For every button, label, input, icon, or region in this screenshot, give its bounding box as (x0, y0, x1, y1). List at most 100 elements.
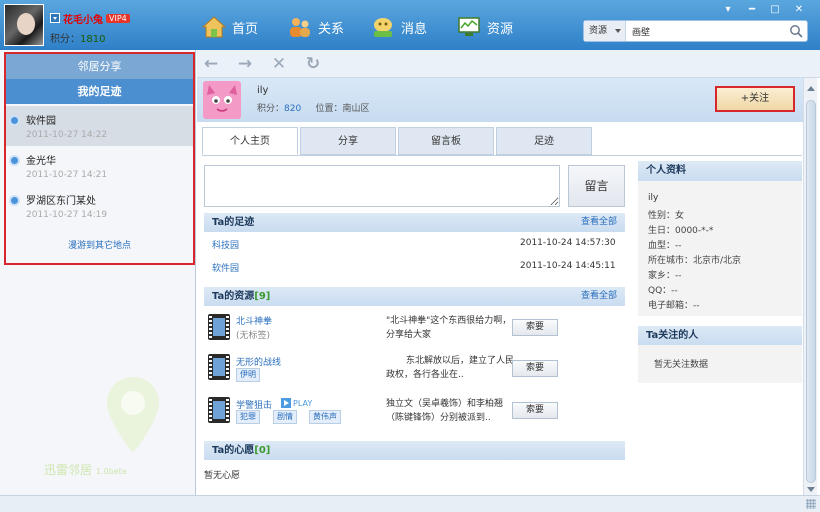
app-logo: 迅雷邻居 1.0beta (44, 461, 127, 478)
play-badge[interactable]: PLAY (281, 398, 312, 408)
search-icon[interactable] (789, 24, 803, 38)
tab-footprints[interactable]: 足迹 (496, 127, 592, 155)
profile-location-label: 位置： (315, 104, 343, 114)
window-minimize-button[interactable]: ━ (743, 3, 761, 16)
status-bar (0, 495, 820, 512)
message-input[interactable] (204, 165, 560, 207)
request-resource-button[interactable]: 索要 (512, 360, 558, 377)
message-icon (374, 18, 392, 37)
window-maximize-button[interactable]: □ (766, 3, 784, 16)
user-score: 积分：1810 (50, 30, 105, 45)
refresh-icon[interactable]: ↻ (303, 54, 323, 74)
back-arrow-icon[interactable]: ← (201, 54, 221, 74)
nav-home[interactable]: 首页 (202, 14, 258, 40)
footprint-place-link[interactable]: 软件园 (212, 261, 239, 274)
user-menu-dropdown-icon[interactable] (50, 13, 60, 23)
scroll-thumb[interactable] (806, 100, 816, 483)
play-icon (281, 398, 291, 408)
film-icon (208, 397, 230, 423)
section-title: Ta的资源 (212, 291, 255, 302)
scrollbar[interactable] (803, 78, 817, 495)
resize-grip-icon[interactable] (806, 499, 816, 509)
info-qq: QQ：-- (648, 286, 678, 296)
section-count: [9] (254, 291, 271, 302)
nav-messages-label: 消息 (401, 21, 428, 37)
info-gender: 性别：女 (648, 211, 685, 221)
profile-meta: 积分：820 位置：南山区 (257, 101, 370, 114)
profile-location: 南山区 (342, 104, 370, 114)
nav-relations[interactable]: 关系 (288, 14, 344, 40)
section-count: [0] (254, 445, 271, 456)
nav-resources[interactable]: 资源 (457, 14, 513, 40)
footprint-time: 2011-10-24 14:45:11 (520, 261, 616, 271)
film-icon (208, 354, 230, 380)
browser-toolbar: ← → ✕ ↻ (197, 50, 820, 78)
follow-button[interactable]: +关注 (715, 86, 795, 112)
section-title: Ta的足迹 (212, 217, 255, 228)
user-score-value: 1810 (80, 34, 106, 45)
people-icon (290, 18, 310, 37)
app-logo-name: 迅雷邻居 (44, 463, 93, 477)
resource-tag[interactable]: 犯罪 (236, 410, 260, 424)
user-name-row: 花毛小兔 VIP4 (50, 11, 130, 26)
tab-share[interactable]: 分享 (300, 127, 396, 155)
profile-score: 820 (284, 104, 302, 114)
request-resource-button[interactable]: 索要 (512, 319, 558, 336)
nav-messages[interactable]: 消息 (371, 14, 427, 40)
scroll-up-icon[interactable] (807, 86, 815, 91)
resource-description: "北斗神拳"这个东西很给力啊，分享给大家 (386, 316, 512, 340)
user-score-label: 积分： (50, 34, 80, 45)
wish-section-header: Ta的心愿[0] (204, 441, 625, 460)
chevron-down-icon (615, 29, 621, 33)
user-avatar[interactable] (4, 4, 44, 46)
resource-tag[interactable]: 剧情 (273, 410, 297, 424)
monitor-icon (458, 17, 480, 36)
resource-tag[interactable]: 伊明 (236, 368, 260, 382)
scroll-down-icon[interactable] (807, 487, 815, 492)
following-header: Ta关注的人 (638, 326, 802, 346)
film-icon (208, 314, 230, 340)
resource-tag[interactable]: 黄伟声 (309, 410, 341, 424)
leave-message-button[interactable]: 留言 (568, 165, 625, 207)
vip-badge: VIP4 (106, 13, 130, 23)
resource-description: 东北解放以后，建立了人民政权，各行各业在.. (386, 356, 515, 380)
tab-message-board[interactable]: 留言板 (398, 127, 494, 155)
search-type-select[interactable]: 资源 (584, 21, 626, 41)
window-menu-button[interactable]: ▾ (719, 3, 737, 16)
nav-home-label: 首页 (232, 21, 259, 37)
resources-section-header: Ta的资源[9] 查看全部 (204, 287, 625, 306)
profile-score-label: 积分： (257, 104, 285, 114)
highlight-frame (4, 52, 195, 265)
search-type-label: 资源 (589, 26, 608, 36)
info-hometown: 家乡：-- (648, 271, 682, 281)
info-name: ily (648, 193, 659, 203)
footprint-time: 2011-10-24 14:57:30 (520, 238, 616, 248)
resource-title-link[interactable]: 北斗神拳 (236, 314, 272, 327)
forward-arrow-icon[interactable]: → (235, 54, 255, 74)
following-empty-text: 暂无关注数据 (654, 360, 709, 370)
play-label: PLAY (293, 398, 313, 408)
resource-no-tag: (无标签) (236, 331, 271, 341)
resource-description: 独立文（吴卓羲饰）和李柏翘（陈键锋饰）分别被派到.. (386, 399, 504, 423)
resource-title-link[interactable]: 无形的战线 (236, 355, 281, 368)
user-name[interactable]: 花毛小兔 (63, 11, 103, 26)
profile-name: ily (257, 85, 269, 96)
search-input[interactable] (632, 24, 782, 38)
stop-icon[interactable]: ✕ (269, 54, 289, 74)
nav-relations-label: 关系 (318, 21, 345, 37)
personal-info-box: ily 性别：女 生日：0000-*-* 血型：-- 所在城市：北京市/北京 家… (638, 181, 802, 316)
footprint-place-link[interactable]: 科技园 (212, 238, 239, 251)
search-box: 资源 (583, 20, 808, 42)
footprints-section-header: Ta的足迹 查看全部 (204, 213, 625, 232)
request-resource-button[interactable]: 索要 (512, 402, 558, 419)
window-close-button[interactable]: ✕ (790, 3, 808, 16)
wish-empty-text: 暂无心愿 (204, 471, 241, 481)
nav-resources-label: 资源 (487, 21, 514, 37)
tab-home[interactable]: 个人主页 (202, 127, 298, 155)
info-birthday: 生日：0000-*-* (648, 226, 714, 236)
personal-info-header: 个人资料 (638, 161, 802, 181)
info-email: 电子邮箱：-- (648, 301, 700, 311)
logo-pin-icon (107, 377, 159, 453)
view-all-footprints-link[interactable]: 查看全部 (581, 213, 617, 232)
view-all-resources-link[interactable]: 查看全部 (581, 287, 617, 306)
